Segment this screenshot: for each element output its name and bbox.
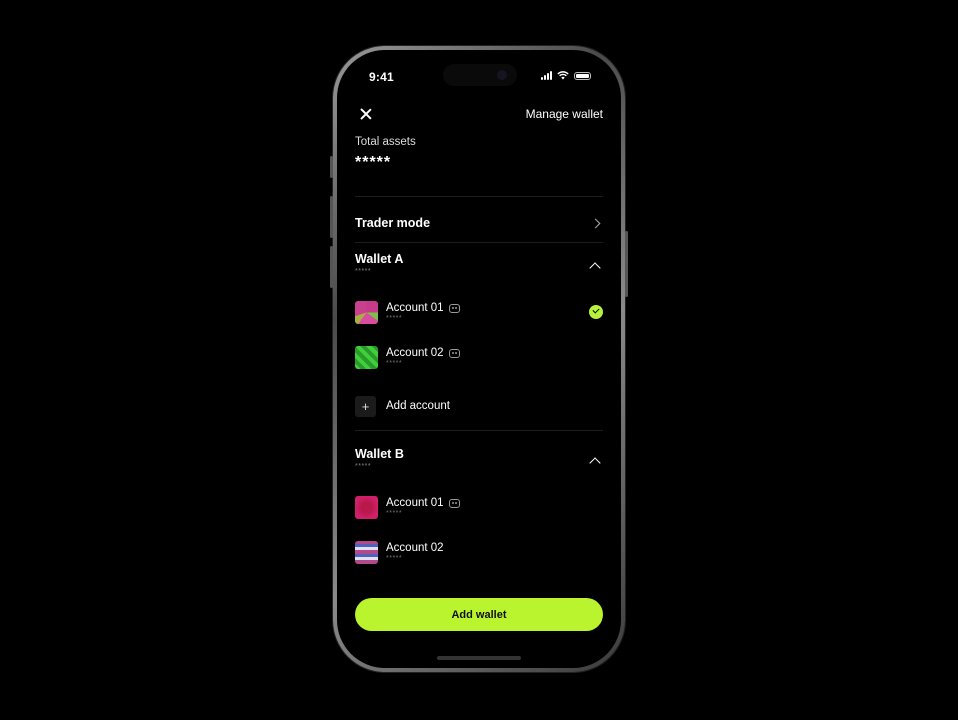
add-account-label: Add account <box>386 400 450 412</box>
robot-icon <box>448 303 460 313</box>
status-icons <box>541 71 591 80</box>
divider <box>355 430 603 431</box>
divider <box>355 196 603 197</box>
robot-icon <box>448 348 460 358</box>
wallet-a-header[interactable]: Wallet A ***** <box>355 252 603 275</box>
trader-mode-row[interactable]: Trader mode <box>355 212 603 234</box>
account-row[interactable]: Account 02 ***** <box>355 342 603 372</box>
account-row[interactable]: Account 01 ***** <box>355 492 603 522</box>
account-name: Account 02 <box>386 347 444 359</box>
total-assets-label: Total assets <box>355 136 416 148</box>
check-circle-icon <box>589 305 603 319</box>
account-avatar <box>355 300 378 324</box>
home-indicator <box>437 656 521 660</box>
power-button <box>625 231 628 297</box>
add-wallet-button[interactable]: Add wallet <box>355 598 603 631</box>
account-avatar <box>355 345 378 369</box>
account-balance: ***** <box>386 510 403 517</box>
account-name: Account 01 <box>386 497 444 509</box>
cellular-signal-icon <box>541 71 552 80</box>
phone-frame: 9:41 Manage wallet Total assets ***** Tr… <box>330 46 628 672</box>
trader-mode-label: Trader mode <box>355 216 431 230</box>
status-time: 9:41 <box>369 70 394 84</box>
wallet-balance: ***** <box>355 463 372 470</box>
volume-down-button <box>330 246 333 288</box>
wifi-icon <box>557 71 569 80</box>
divider <box>355 242 603 243</box>
account-row[interactable]: Account 01 ***** <box>355 297 603 327</box>
add-account-button[interactable]: + Add account <box>355 391 603 421</box>
account-avatar <box>355 540 378 564</box>
app-screen: 9:41 Manage wallet Total assets ***** Tr… <box>337 50 621 668</box>
chevron-up-icon[interactable] <box>589 262 601 274</box>
account-row[interactable]: Account 02 ***** <box>355 537 603 567</box>
account-name: Account 02 <box>386 542 444 554</box>
wallet-b-header[interactable]: Wallet B ***** <box>355 447 603 470</box>
account-avatar <box>355 495 378 519</box>
account-balance: ***** <box>386 315 403 322</box>
dynamic-island <box>443 64 517 86</box>
close-icon[interactable] <box>359 107 373 121</box>
total-assets-value: ***** <box>355 154 392 171</box>
top-bar: Manage wallet <box>359 104 603 124</box>
robot-icon <box>448 498 460 508</box>
plus-icon: + <box>355 395 376 417</box>
total-assets: Total assets ***** <box>355 136 603 172</box>
wallet-balance: ***** <box>355 268 372 275</box>
account-name: Account 01 <box>386 302 444 314</box>
account-balance: ***** <box>386 555 403 562</box>
wallet-name: Wallet A <box>355 252 404 266</box>
volume-up-button <box>330 196 333 238</box>
wallet-name: Wallet B <box>355 447 404 461</box>
manage-wallet-button[interactable]: Manage wallet <box>526 107 603 121</box>
action-button <box>330 156 333 178</box>
chevron-up-icon[interactable] <box>589 457 601 469</box>
chevron-right-icon <box>590 218 601 228</box>
account-balance: ***** <box>386 360 403 367</box>
battery-icon <box>574 71 591 80</box>
